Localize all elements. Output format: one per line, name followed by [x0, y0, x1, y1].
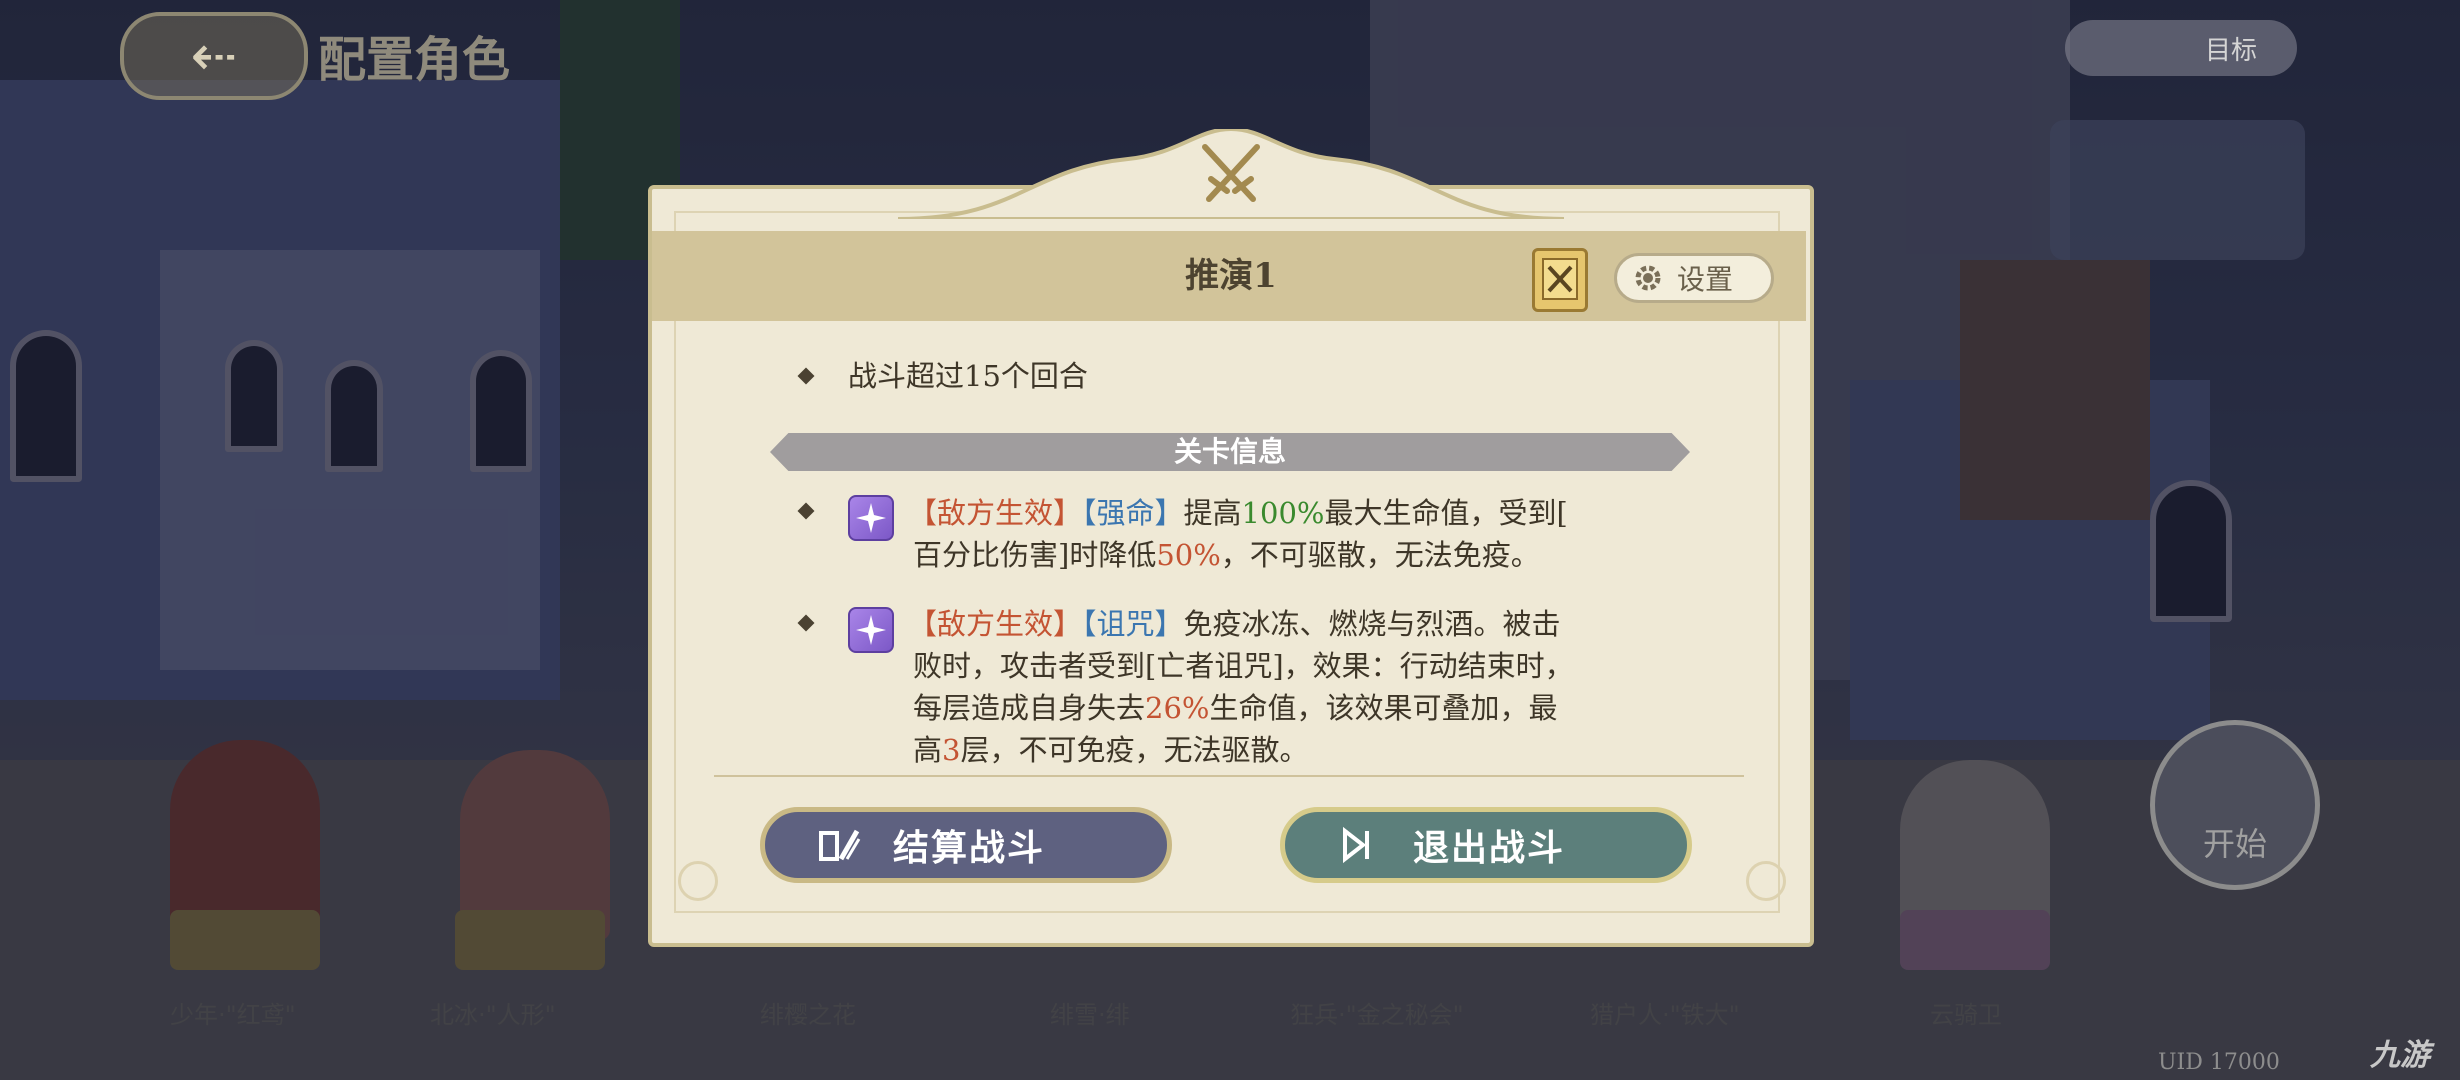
effect-text: 层，不可免疫，无法驱散。 — [960, 733, 1309, 767]
corner-ornament — [678, 861, 718, 901]
effect-text: 高 — [913, 733, 943, 767]
back-arrow-icon: ⇠ — [190, 23, 238, 89]
buff-sparkle-icon — [848, 495, 894, 541]
settle-battle-button[interactable]: 结算战斗 — [760, 807, 1172, 883]
watermark: 九游 — [2370, 1038, 2430, 1073]
corner-ornament — [1746, 861, 1786, 901]
effect-text: 提高 — [1183, 496, 1242, 530]
effect-value: 26% — [1145, 691, 1210, 725]
condition-text: 战斗超过15个回合 — [848, 359, 1088, 393]
buff-sparkle-icon — [848, 607, 894, 653]
quill-book-icon — [819, 829, 861, 861]
effect-text: ，不可驱散，无法免疫。 — [1220, 538, 1540, 572]
effect-name-tag: 【诅咒】 — [1082, 607, 1184, 641]
section-banner-label: 关卡信息 — [1173, 435, 1286, 468]
uid-label: UID 17000 — [2158, 1050, 2280, 1075]
start-label: 开始 — [2202, 825, 2267, 863]
back-button[interactable]: ⇠ — [120, 12, 308, 100]
simulation-dialog: 推演1 设置 战斗超过15个回合 关卡信息 【敌方生效】【强命】提高100%最大… — [648, 129, 1814, 947]
crossed-swords-icon — [1202, 144, 1260, 202]
start-button[interactable]: 开始 — [2150, 720, 2320, 890]
effect-target-tag: 【敌方生效】 — [908, 496, 1083, 530]
minimap[interactable] — [2050, 120, 2305, 260]
divider — [714, 775, 1744, 777]
effect-text: 最大生命值，受到[ — [1324, 496, 1568, 530]
gear-icon — [1635, 265, 1661, 291]
effect-text: 免疫冰冻、燃烧与烈酒。被击 — [1183, 607, 1561, 641]
book-icon — [1542, 258, 1578, 300]
target-button[interactable]: 目标 — [2065, 20, 2297, 76]
effect-line: 【敌方生效】【强命】提高100%最大生命值，受到[ — [908, 492, 1568, 534]
effect-text: 生命值，该效果可叠加，最 — [1209, 691, 1558, 725]
target-label: 目标 — [2204, 35, 2257, 66]
settings-label: 设置 — [1677, 263, 1734, 296]
effect-text: 百分比伤害]时降低 — [913, 538, 1157, 572]
exit-battle-label: 退出战斗 — [1413, 827, 1566, 869]
effect-name-tag: 【强命】 — [1082, 496, 1184, 530]
effect-line: 高3层，不可免疫，无法驱散。 — [913, 729, 1308, 771]
play-arrow-icon — [1343, 826, 1369, 864]
book-button[interactable] — [1532, 248, 1588, 312]
section-banner: 关卡信息 — [770, 433, 1690, 471]
effect-line: 【敌方生效】【诅咒】免疫冰冻、燃烧与烈酒。被击 — [908, 603, 1561, 645]
effect-line: 百分比伤害]时降低50%，不可驱散，无法免疫。 — [913, 534, 1540, 576]
effect-text: 每层造成自身失去 — [913, 691, 1146, 725]
settle-battle-label: 结算战斗 — [893, 827, 1046, 869]
settings-button[interactable]: 设置 — [1614, 253, 1774, 303]
effect-line: 每层造成自身失去26%生命值，该效果可叠加，最 — [913, 687, 1558, 729]
effect-target-tag: 【敌方生效】 — [908, 607, 1083, 641]
effect-value: 100% — [1241, 496, 1325, 530]
effect-value: 50% — [1156, 538, 1221, 572]
exit-battle-button[interactable]: 退出战斗 — [1280, 807, 1692, 883]
effect-value: 3 — [942, 733, 961, 767]
effect-line: 败时，攻击者受到[亡者诅咒]，效果：行动结束时， — [913, 649, 1574, 683]
page-title: 配置角色 — [318, 32, 511, 88]
